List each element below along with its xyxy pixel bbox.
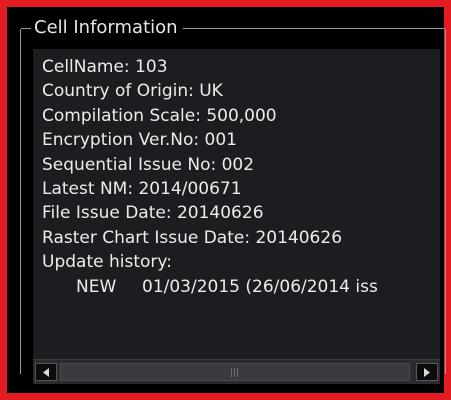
compilation-scale-line: Compilation Scale: 500,000 [42, 105, 277, 126]
scroll-left-button[interactable] [35, 363, 57, 381]
latest-nm-line: Latest NM: 2014/00671 [42, 179, 242, 200]
scroll-right-button[interactable] [416, 363, 438, 381]
triangle-left-icon [43, 368, 49, 377]
cell-info-panel: CellName: 103 Country of Origin: UK Comp… [33, 49, 440, 384]
group-box-title: Cell Information [31, 15, 183, 41]
raster-chart-issue-date-line: Raster Chart Issue Date: 20140626 [42, 227, 343, 248]
horizontal-scrollbar[interactable] [33, 359, 440, 384]
sequential-issue-line: Sequential Issue No: 002 [42, 154, 255, 175]
update-detail: 01/03/2015 (26/06/2014 iss [142, 276, 378, 297]
update-type: NEW [76, 276, 117, 297]
scrollbar-thumb[interactable] [60, 363, 410, 381]
country-of-origin-line: Country of Origin: UK [42, 81, 223, 102]
update-history-label: Update history: [42, 252, 172, 273]
encryption-version-line: Encryption Ver.No: 001 [42, 130, 237, 151]
file-issue-date-line: File Issue Date: 20140626 [42, 203, 264, 224]
update-history-entry: NEW 01/03/2015 (26/06/2014 iss [42, 275, 440, 299]
grip-icon [231, 368, 239, 377]
triangle-right-icon [424, 368, 430, 377]
dialog-frame: Cell Information CellName: 103 Country o… [0, 0, 451, 400]
cell-info-list: CellName: 103 Country of Origin: UK Comp… [42, 55, 440, 299]
cell-name-line: CellName: 103 [42, 57, 168, 77]
